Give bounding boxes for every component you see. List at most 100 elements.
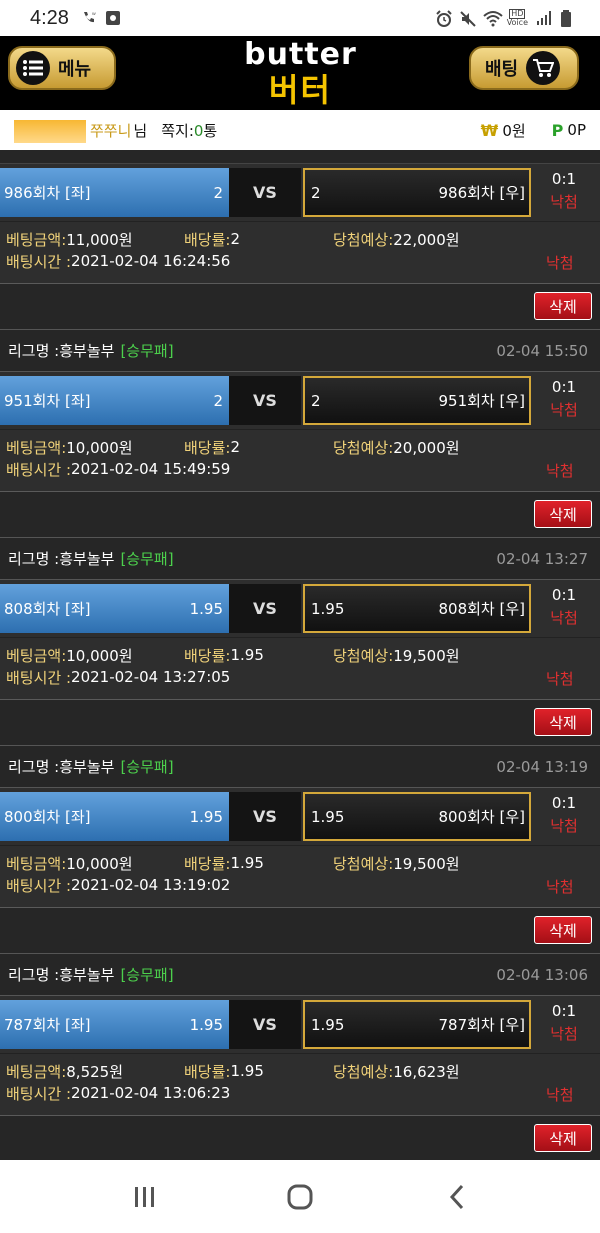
left-team-pick[interactable]: 986회차 [좌] 2 (0, 168, 229, 217)
league-name: 흥부놀부 (59, 342, 115, 360)
bet-amount-value: 8,525원 (66, 1062, 124, 1081)
expected-value: 20,000원 (393, 438, 460, 457)
back-icon[interactable] (437, 1180, 477, 1214)
call-wifi-icon: ᵂ (81, 10, 97, 26)
delete-row: 삭제 (0, 700, 600, 746)
username[interactable]: 쭈쭈니 (90, 120, 131, 141)
screen-record-icon (105, 10, 121, 26)
bet-odds: 배당률: 1.95 (184, 644, 264, 666)
league-header: 리그명 : 흥부놀부 [승무패] 02-04 13:19 (0, 746, 600, 788)
status-time: 4:28 (30, 6, 69, 29)
wifi-icon (483, 10, 503, 27)
expected-win: 당첨예상: 19,500원 (333, 852, 460, 874)
odds-value: 1.95 (230, 1062, 264, 1080)
right-team-name: 986회차 [우] (438, 184, 525, 202)
left-team-pick[interactable]: 808회차 [좌] 1.95 (0, 584, 229, 633)
right-team-odds: 1.95 (311, 1015, 345, 1034)
bet-amount-label: 베팅금액: (6, 438, 67, 457)
delete-button[interactable]: 삭제 (534, 500, 592, 528)
bet-type: [승무패] (120, 550, 174, 568)
left-team-name: 787회차 [좌] (4, 1016, 91, 1034)
vs-label: VS (229, 168, 301, 217)
list-icon (16, 51, 50, 85)
delete-row: 삭제 (0, 908, 600, 954)
bet-result: 낙첨 (546, 670, 574, 688)
match-score: 0:1 (551, 170, 577, 188)
vs-label: VS (229, 1000, 301, 1049)
match-result: 낙첨 (550, 193, 578, 211)
betting-cart-button[interactable]: 배팅 (469, 46, 579, 90)
left-team-pick[interactable]: 787회차 [좌] 1.95 (0, 1000, 229, 1049)
delete-button[interactable]: 삭제 (534, 292, 592, 320)
delete-button[interactable]: 삭제 (534, 708, 592, 736)
match-date: 02-04 13:06 (496, 965, 588, 984)
odds-value: 1.95 (230, 854, 264, 872)
bet-amount-label: 베팅금액: (6, 1062, 67, 1081)
bet-amount-label: 베팅금액: (6, 646, 67, 665)
delete-button[interactable]: 삭제 (534, 916, 592, 944)
bet-history-list[interactable]: 986회차 [좌] 2 VS 2 986회차 [우] 0:1 낙첨 베팅금액: 11,… (0, 150, 600, 1160)
match-score: 0:1 (551, 586, 577, 604)
bet-info: 베팅금액: 10,000원 배당률: 1.95 당첨예상: 19,500원 배팅… (0, 846, 600, 908)
right-team-pick[interactable]: 2 951회차 [우] (303, 376, 531, 425)
left-team-odds: 1.95 (189, 599, 223, 618)
bet-amount: 베팅금액: 8,525원 (6, 1060, 123, 1082)
bet-amount: 베팅금액: 10,000원 (6, 436, 133, 458)
svg-text:ᵂ: ᵂ (92, 12, 96, 19)
league-label: 리그명 : (8, 758, 60, 776)
menu-button[interactable]: 메뉴 (8, 46, 116, 90)
messages-unit: 통 (203, 121, 218, 140)
hd-voice-icon: HD Voice (506, 9, 528, 27)
left-team-odds: 2 (213, 391, 223, 410)
expected-value: 19,500원 (393, 854, 460, 873)
score-result: 0:1 낙첨 (536, 168, 592, 214)
logo-english: butter (244, 37, 357, 72)
messages-link[interactable]: 쪽지:0통 (161, 120, 217, 141)
recent-apps-icon[interactable] (125, 1180, 165, 1214)
expected-value: 16,623원 (393, 1062, 460, 1081)
bet-amount-value: 10,000원 (66, 854, 133, 873)
bet-amount-value: 10,000원 (66, 438, 133, 457)
right-team-name: 808회차 [우] (438, 600, 525, 618)
bet-time: 배팅시간 : 2021-02-04 13:06:23 (6, 1082, 230, 1104)
bet-type: [승무패] (120, 966, 174, 984)
point-balance: 0P (567, 121, 586, 139)
left-team-name: 808회차 [좌] (4, 600, 91, 618)
score-result: 0:1 낙첨 (536, 376, 592, 422)
logo[interactable]: butter 버터 (233, 37, 368, 109)
odds-value: 2 (230, 438, 241, 456)
user-level-badge (14, 117, 86, 143)
bet-time: 배팅시간 : 2021-02-04 16:24:56 (6, 250, 230, 272)
bet-time-label: 배팅시간 : (6, 460, 72, 479)
league-label: 리그명 : (8, 550, 60, 568)
bet-time-value: 2021-02-04 13:19:02 (71, 876, 231, 894)
right-team-pick[interactable]: 1.95 787회차 [우] (303, 1000, 531, 1049)
vs-label: VS (229, 792, 301, 841)
left-team-name: 986회차 [좌] (4, 184, 91, 202)
left-team-pick[interactable]: 800회차 [좌] 1.95 (0, 792, 229, 841)
delete-button[interactable]: 삭제 (534, 1124, 592, 1152)
left-team-name: 951회차 [좌] (4, 392, 91, 410)
left-team-pick[interactable]: 951회차 [좌] 2 (0, 376, 229, 425)
league-header-partial (0, 150, 600, 164)
bet-odds: 배당률: 1.95 (184, 852, 264, 874)
right-team-pick[interactable]: 2 986회차 [우] (303, 168, 531, 217)
username-suffix: 님 (133, 121, 148, 140)
right-team-pick[interactable]: 1.95 800회차 [우] (303, 792, 531, 841)
expected-win: 당첨예상: 19,500원 (333, 644, 460, 666)
bet-amount: 베팅금액: 11,000원 (6, 228, 133, 250)
league-label: 리그명 : (8, 966, 60, 984)
right-team-pick[interactable]: 1.95 808회차 [우] (303, 584, 531, 633)
expected-value: 22,000원 (393, 230, 460, 249)
home-icon[interactable] (280, 1180, 320, 1214)
odds-label: 배당률: (184, 854, 231, 873)
left-team-odds: 1.95 (189, 807, 223, 826)
odds-value: 2 (230, 230, 241, 248)
vs-label: VS (229, 584, 301, 633)
bet-result: 낙첨 (546, 1086, 574, 1104)
mute-icon (459, 10, 476, 27)
bet-amount-label: 베팅금액: (6, 854, 67, 873)
league-label: 리그명 : (8, 342, 60, 360)
right-team-odds: 2 (311, 391, 321, 410)
right-team-odds: 1.95 (311, 807, 345, 826)
